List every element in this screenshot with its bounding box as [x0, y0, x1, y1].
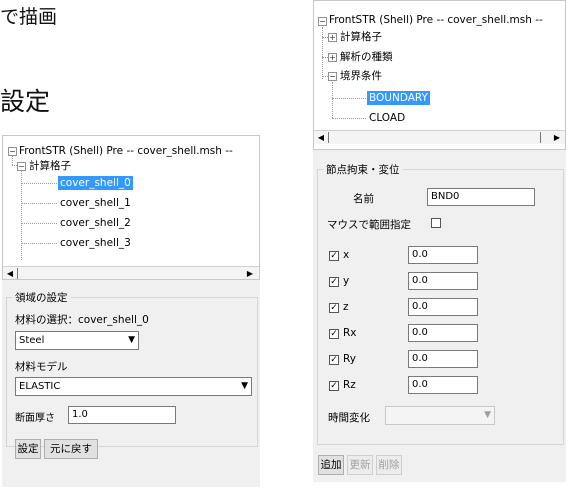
update-button[interactable]: 更新: [347, 455, 373, 475]
tree-root[interactable]: FrontSTR (Shell) Pre -- cover_shell.msh …: [329, 13, 543, 27]
material-dropdown[interactable]: Steel ▼: [15, 331, 139, 350]
dof-y-checkbox[interactable]: ✓: [329, 277, 339, 287]
slide-text-draw: で描画: [0, 6, 58, 28]
name-input[interactable]: BND0: [427, 188, 535, 206]
chevron-down-icon: ▼: [241, 381, 248, 391]
horizontal-scrollbar[interactable]: ◀ ▶: [314, 130, 565, 144]
tree-item-cload[interactable]: CLOAD: [369, 111, 405, 125]
thickness-label: 断面厚さ: [15, 413, 55, 424]
thickness-input[interactable]: 1.0: [68, 406, 176, 424]
collapse-icon[interactable]: −: [328, 72, 337, 81]
chevron-down-icon: ▼: [128, 335, 135, 345]
tree-item-cover-shell-1[interactable]: cover_shell_1: [60, 196, 131, 210]
scroll-left-icon[interactable]: ◀: [314, 131, 328, 144]
dof-z-input[interactable]: 0.0: [408, 298, 478, 316]
tree-item-analysis-type[interactable]: 解析の種類: [340, 50, 393, 64]
scroll-right-icon[interactable]: ▶: [243, 267, 257, 279]
dof-x-checkbox[interactable]: ✓: [329, 251, 339, 261]
right-tree-view[interactable]: − FrontSTR (Shell) Pre -- cover_shell.ms…: [313, 0, 566, 150]
material-value: Steel: [19, 335, 45, 346]
dof-ry-checkbox[interactable]: ✓: [329, 355, 339, 365]
expand-icon[interactable]: +: [328, 33, 337, 42]
dof-rx-input[interactable]: 0.0: [408, 324, 478, 342]
revert-button[interactable]: 元に戻す: [44, 439, 98, 459]
time-variation-label: 時間変化: [328, 412, 370, 424]
dof-x-input[interactable]: 0.0: [408, 246, 478, 264]
dof-rz-input[interactable]: 0.0: [408, 376, 478, 394]
dof-rx-label: Rx: [343, 327, 357, 339]
left-tree-view[interactable]: − FrontSTR (Shell) Pre -- cover_shell.ms…: [2, 135, 260, 280]
tree-root[interactable]: FrontSTR (Shell) Pre -- cover_shell.msh …: [19, 144, 233, 158]
material-select-label: 材料の選択：cover_shell_0: [15, 314, 149, 326]
set-button[interactable]: 設定: [15, 439, 41, 459]
expand-icon[interactable]: +: [328, 53, 337, 62]
domain-settings-legend: 領域の設定: [12, 290, 71, 305]
mouse-range-label: マウスで範囲指定: [327, 219, 411, 231]
dof-y-label: y: [343, 275, 350, 287]
add-button[interactable]: 追加: [318, 455, 344, 475]
tree-item-cover-shell-2[interactable]: cover_shell_2: [60, 216, 131, 230]
tree-item-boundary-conditions[interactable]: 境界条件: [340, 69, 382, 83]
collapse-icon[interactable]: −: [318, 17, 327, 26]
delete-button[interactable]: 削除: [376, 455, 402, 475]
tree-item-cover-shell-3[interactable]: cover_shell_3: [60, 236, 131, 250]
chevron-down-icon: ▼: [484, 410, 491, 420]
material-model-label: 材料モデル: [15, 361, 68, 373]
dof-ry-input[interactable]: 0.0: [408, 350, 478, 368]
horizontal-scrollbar[interactable]: ◀ ▶: [3, 266, 259, 279]
time-variation-dropdown[interactable]: ▼: [385, 406, 495, 425]
scroll-right-icon[interactable]: ▶: [550, 131, 564, 144]
right-settings-panel: − FrontSTR (Shell) Pre -- cover_shell.ms…: [313, 0, 566, 482]
left-settings-panel: − FrontSTR (Shell) Pre -- cover_shell.ms…: [2, 135, 260, 487]
slide-text-settings: 設定: [0, 87, 51, 116]
dof-z-label: z: [343, 301, 349, 313]
tree-item-mesh[interactable]: 計算格子: [29, 159, 71, 173]
dof-rx-checkbox[interactable]: ✓: [329, 329, 339, 339]
collapse-icon[interactable]: −: [8, 147, 17, 156]
collapse-icon[interactable]: −: [17, 162, 26, 171]
name-label: 名前: [353, 193, 374, 205]
material-model-dropdown[interactable]: ELASTIC ▼: [15, 377, 252, 396]
dof-rz-checkbox[interactable]: ✓: [329, 381, 339, 391]
dof-rz-label: Rz: [343, 379, 356, 391]
tree-item-cover-shell-0[interactable]: cover_shell_0: [58, 176, 133, 190]
scroll-left-icon[interactable]: ◀: [3, 267, 17, 279]
tree-item-boundary[interactable]: BOUNDARY: [367, 91, 430, 105]
tree-item-mesh[interactable]: 計算格子: [340, 30, 382, 44]
dof-y-input[interactable]: 0.0: [408, 272, 478, 290]
mouse-range-checkbox[interactable]: [431, 218, 441, 228]
dof-x-label: x: [343, 249, 350, 261]
dof-z-checkbox[interactable]: ✓: [329, 303, 339, 313]
material-model-value: ELASTIC: [19, 381, 61, 392]
dof-ry-label: Ry: [343, 353, 356, 365]
nodal-constraint-legend: 節点拘束・変位: [323, 162, 403, 177]
